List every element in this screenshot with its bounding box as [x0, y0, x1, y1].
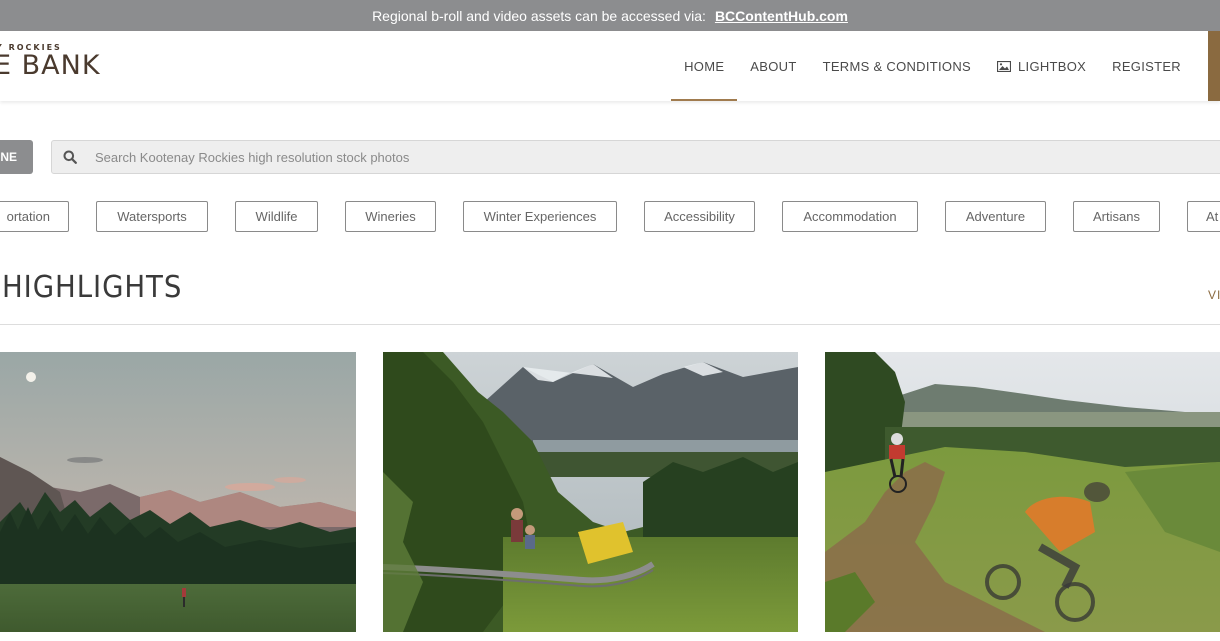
chip-accommodation[interactable]: Accommodation: [782, 201, 918, 232]
nav-home[interactable]: HOME: [671, 31, 738, 101]
photo-card-coaster[interactable]: [383, 352, 798, 632]
site-header: Y ROCKIES E BANK HOME ABOUT TERMS & COND…: [0, 31, 1220, 101]
view-all-link[interactable]: VI: [1208, 288, 1220, 302]
section-title: HIGHLIGHTS: [2, 270, 183, 305]
category-chips: ortation Watersports Wildlife Wineries W…: [0, 201, 1220, 232]
photo-coaster-image: [383, 352, 798, 632]
photo-card-bikers[interactable]: [825, 352, 1220, 632]
nav-about-label: ABOUT: [750, 58, 797, 74]
chip-wineries[interactable]: Wineries: [345, 201, 436, 232]
chip-watersports[interactable]: Watersports: [96, 201, 208, 232]
nav-terms[interactable]: TERMS & CONDITIONS: [810, 31, 984, 101]
nav-about[interactable]: ABOUT: [737, 31, 809, 101]
site-logo[interactable]: Y ROCKIES E BANK: [0, 43, 101, 80]
nav-terms-label: TERMS & CONDITIONS: [822, 58, 971, 74]
search-icon: [63, 150, 77, 164]
chip-transportation[interactable]: ortation: [0, 201, 69, 232]
top-banner: Regional b-roll and video assets can be …: [0, 0, 1220, 31]
chip-partial[interactable]: At: [1187, 201, 1220, 232]
nav-register[interactable]: REGISTER: [1099, 31, 1194, 101]
chip-artisans[interactable]: Artisans: [1073, 201, 1160, 232]
photo-bikers-image: [825, 352, 1220, 632]
search-box: [51, 140, 1220, 174]
search-scope-button[interactable]: NE: [0, 140, 33, 174]
logo-big-text: E BANK: [0, 50, 101, 81]
search-row: NE: [0, 140, 1220, 174]
chip-accessibility[interactable]: Accessibility: [644, 201, 755, 232]
nav-lightbox[interactable]: LIGHTBOX: [984, 31, 1099, 101]
search-scope-label: NE: [0, 150, 17, 164]
photo-golf-image: [0, 352, 356, 632]
chip-adventure[interactable]: Adventure: [945, 201, 1046, 232]
nav-register-label: REGISTER: [1112, 58, 1181, 74]
image-icon: [997, 60, 1011, 72]
header-accent-bar: [1208, 31, 1220, 101]
nav-lightbox-label: LIGHTBOX: [1018, 58, 1087, 74]
photo-card-golf[interactable]: [0, 352, 356, 632]
main-nav: HOME ABOUT TERMS & CONDITIONS LIGHTBOX R…: [671, 31, 1194, 101]
section-divider: [0, 324, 1220, 325]
search-input[interactable]: [93, 148, 993, 166]
nav-home-label: HOME: [684, 58, 725, 74]
bccontenthub-link[interactable]: BCContentHub.com: [715, 8, 848, 24]
chip-wildlife[interactable]: Wildlife: [235, 201, 318, 232]
banner-text: Regional b-roll and video assets can be …: [372, 7, 706, 24]
chip-winter-experiences[interactable]: Winter Experiences: [463, 201, 617, 232]
